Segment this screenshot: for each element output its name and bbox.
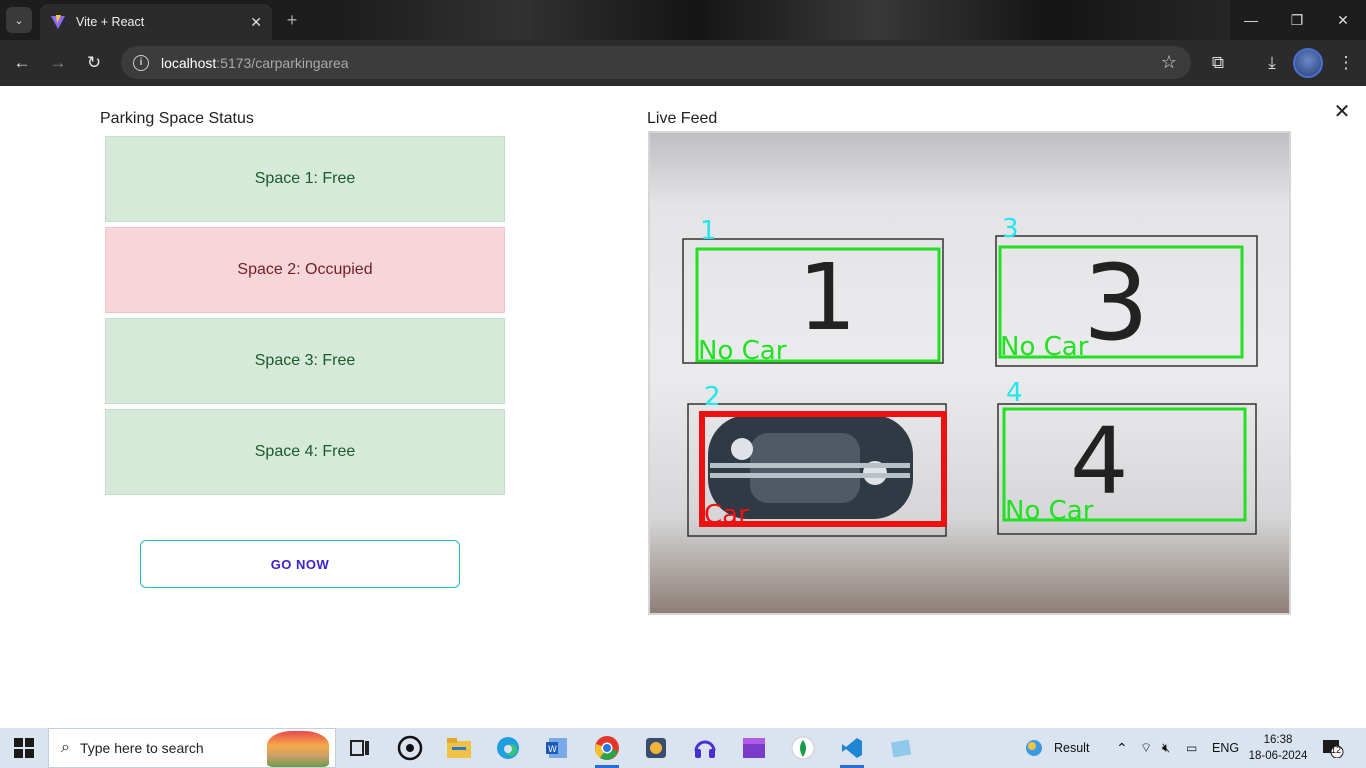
space-card-4: Space 4: Free: [105, 409, 505, 495]
task-view-icon[interactable]: [342, 732, 378, 764]
url-path: :5173/carparkingarea: [216, 54, 349, 71]
weather-widget[interactable]: Result: [1024, 728, 1089, 768]
live-feed-frame: 1 3 4 1 2 3 4 No Car Car No Car No Car: [682, 214, 1258, 537]
slot-number-1: 1: [700, 216, 717, 246]
slot-label-2: Car: [704, 500, 749, 530]
url-host: localhost: [161, 54, 217, 71]
globe-icon: [1026, 740, 1042, 756]
edge-browser-icon[interactable]: [490, 732, 526, 764]
file-explorer-icon[interactable]: [441, 732, 477, 764]
site-info-icon[interactable]: i: [133, 54, 149, 71]
word-icon[interactable]: W: [539, 732, 575, 764]
extensions-icon[interactable]: ⧉: [1206, 51, 1230, 75]
windows-taskbar: ⌕ Type here to search W Result ⌃ ⌔ 🔇︎ ▭ …: [0, 728, 1366, 768]
browser-tab[interactable]: Vite + React ✕: [40, 4, 272, 40]
profile-avatar[interactable]: [1293, 48, 1323, 78]
search-highlight-image: [267, 731, 329, 767]
clock-date: 18-06-2024: [1248, 750, 1308, 762]
back-icon[interactable]: ←: [10, 51, 34, 75]
bookmark-star-icon[interactable]: ☆: [1161, 52, 1177, 73]
slot-number-3: 3: [1002, 214, 1019, 244]
whatsapp-icon[interactable]: [392, 732, 428, 764]
space-card-1: Space 1: Free: [105, 136, 505, 222]
download-icon[interactable]: ⤓: [1260, 51, 1284, 75]
language-indicator[interactable]: ENG: [1212, 728, 1239, 768]
notepad-app-icon[interactable]: [883, 732, 919, 764]
show-hidden-icons-chevron-icon[interactable]: ⌃: [1116, 728, 1128, 768]
minimize-button[interactable]: —: [1228, 0, 1274, 40]
reload-icon[interactable]: ↻: [82, 51, 106, 75]
tab-title: Vite + React: [76, 15, 145, 29]
window-close-button[interactable]: ✕: [1320, 0, 1366, 40]
menu-kebab-icon[interactable]: ⋮: [1334, 51, 1358, 75]
chrome-icon[interactable]: [589, 732, 625, 768]
tab-search-chevron-icon[interactable]: ⌄: [6, 7, 32, 33]
notification-count: 12: [1331, 745, 1342, 755]
slot-label-4: No Car: [1005, 496, 1094, 526]
tab-bar-theme-background: [340, 0, 1230, 40]
space-card-3: Space 3: Free: [105, 318, 505, 404]
vscode-icon[interactable]: [834, 732, 870, 768]
weather-text: Result: [1054, 741, 1090, 755]
battery-icon[interactable]: ▭: [1186, 728, 1197, 768]
live-feed-title: Live Feed: [647, 110, 718, 127]
handwritten-digit-3: 3: [1083, 242, 1149, 364]
media-player-icon[interactable]: [638, 732, 674, 764]
search-icon: ⌕: [61, 739, 70, 756]
headphones-app-icon[interactable]: [687, 732, 723, 764]
slot-label-3: No Car: [1000, 332, 1089, 362]
volume-muted-icon[interactable]: 🔇︎: [1162, 728, 1170, 768]
search-placeholder: Type here to search: [79, 740, 204, 756]
parking-status-title: Parking Space Status: [100, 110, 254, 127]
tab-close-icon[interactable]: ✕: [250, 14, 262, 31]
go-now-button[interactable]: GO NOW: [140, 540, 460, 588]
notification-center-icon[interactable]: 12: [1322, 738, 1344, 759]
restore-button[interactable]: ❐: [1274, 0, 1320, 40]
close-icon[interactable]: ✕: [1332, 101, 1352, 123]
slot-number-4: 4: [1006, 378, 1023, 408]
vite-logo-icon: [51, 15, 65, 29]
mongodb-compass-icon[interactable]: [785, 732, 821, 764]
browser-tab-bar: ⌄ Vite + React ✕ + — ❐ ✕: [0, 0, 1366, 40]
windows-start-icon[interactable]: [14, 738, 34, 758]
svg-text:W: W: [548, 745, 557, 755]
clapperboard-app-icon[interactable]: [736, 732, 772, 764]
handwritten-digit-1: 1: [798, 244, 857, 351]
taskbar-search-input[interactable]: ⌕ Type here to search: [48, 728, 336, 768]
space-card-2: Space 2: Occupied: [105, 227, 505, 313]
address-bar[interactable]: i localhost:5173/carparkingarea ☆: [121, 46, 1191, 79]
slot-label-1: No Car: [698, 336, 787, 366]
forward-icon[interactable]: →: [46, 51, 70, 75]
taskbar-clock[interactable]: 16:38 18-06-2024: [1248, 732, 1308, 764]
new-tab-button[interactable]: +: [280, 9, 304, 31]
clock-time: 16:38: [1263, 734, 1293, 746]
browser-toolbar: ← → ↻ i localhost:5173/carparkingarea ☆ …: [0, 40, 1366, 86]
live-feed-image: 1 3 4 1 2 3 4 No Car Car No Car No Car: [648, 131, 1291, 615]
network-icon[interactable]: ⌔: [1140, 728, 1152, 768]
slot-number-2: 2: [704, 382, 721, 412]
